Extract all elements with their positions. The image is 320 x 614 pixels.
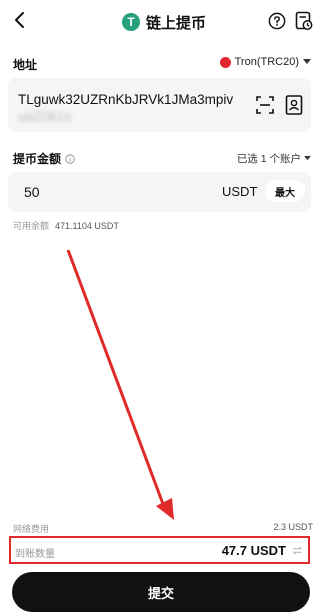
address-book-icon[interactable] xyxy=(285,95,303,115)
receive-amount-value: 47.7 USDT xyxy=(221,543,286,558)
network-name: Tron(TRC20) xyxy=(234,56,299,68)
address-label: 地址 xyxy=(13,58,38,72)
account-selector[interactable]: 已选 1 个账户 xyxy=(237,151,311,166)
page-title-group: T 链上提币 xyxy=(122,10,206,34)
network-fee-value: 2.3 USDT xyxy=(273,522,313,532)
tron-icon xyxy=(219,56,231,68)
amount-label: 提币金额 xyxy=(13,152,62,166)
caret-down-icon xyxy=(304,156,311,161)
info-icon[interactable] xyxy=(65,153,75,164)
max-button[interactable]: 最大 xyxy=(265,180,305,202)
submit-button[interactable]: 提交 xyxy=(12,572,310,612)
annotation-arrow-head xyxy=(156,498,174,520)
network-fee-row: 网络费用 2.3 USDT xyxy=(13,522,313,535)
swap-icon[interactable] xyxy=(292,545,303,556)
accounts-text: 已选 1 个账户 xyxy=(236,153,301,165)
annotation-arrow-shaft xyxy=(66,249,165,505)
scan-qr-icon[interactable] xyxy=(256,96,274,114)
page-title: 链上提币 xyxy=(146,14,207,32)
amount-value[interactable]: 50 xyxy=(24,184,40,200)
available-balance-value: 471.1104 USDT xyxy=(55,221,119,231)
back-arrow-icon[interactable] xyxy=(8,8,32,32)
available-balance: 可用余额 471.1104 USDT xyxy=(13,219,119,232)
address-value-visible: TLguwk32UZRnKbJRVk1JMa3mpiv xyxy=(18,92,234,107)
amount-label-group: 提币金额 xyxy=(13,150,75,167)
caret-down-icon xyxy=(303,59,311,64)
history-record-icon[interactable] xyxy=(295,11,313,31)
receive-amount-row: 到账数量 47.7 USDT xyxy=(9,536,310,564)
amount-unit: USDT xyxy=(222,184,258,199)
available-balance-label: 可用余额 xyxy=(13,221,50,231)
help-icon[interactable] xyxy=(268,12,286,30)
network-selector[interactable]: Tron(TRC20) xyxy=(219,56,311,68)
address-value[interactable]: TLguwk32UZRnKbJRVk1JMa3mpiv ua2Dk1x xyxy=(18,91,238,125)
address-value-obscured: ua2Dk1x xyxy=(18,109,72,124)
usdt-coin-icon: T xyxy=(122,13,140,31)
receive-amount-label: 到账数量 xyxy=(15,549,55,560)
top-bar: T 链上提币 xyxy=(0,0,319,44)
network-fee-label: 网络费用 xyxy=(13,524,50,534)
